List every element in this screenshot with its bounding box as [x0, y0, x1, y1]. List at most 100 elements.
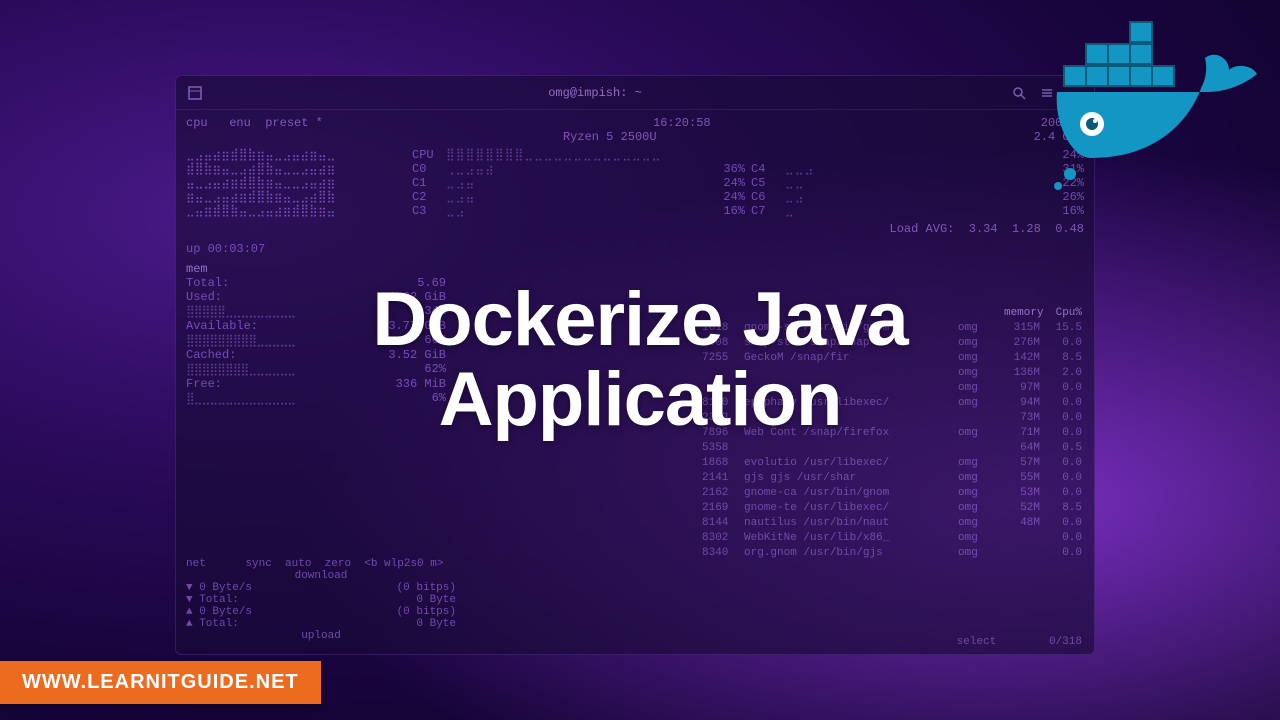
page-title: Dockerize Java Application: [372, 280, 907, 440]
proc-mem: 315M: [992, 321, 1040, 336]
proc-user: omg: [958, 426, 992, 441]
proc-cpu: 0.0: [1040, 411, 1082, 426]
proc-cpu: 0.5: [1040, 441, 1082, 456]
net-sync: sync: [245, 558, 271, 570]
proc-mem: 64M: [992, 441, 1040, 456]
proc-user: omg: [958, 366, 992, 381]
proc-mem: 57M: [992, 456, 1040, 471]
core-c0-pct: 36%: [703, 162, 745, 176]
process-row[interactable]: 2162gnome-ca /usr/bin/gnomomg53M0.0: [702, 486, 1082, 501]
proc-cpu: 0.0: [1040, 471, 1082, 486]
proc-mem: 71M: [992, 426, 1040, 441]
proc-cpu: 0.0: [1040, 456, 1082, 471]
search-icon[interactable]: [1012, 86, 1026, 100]
mem-used-label: Used:: [186, 290, 222, 304]
proc-user: omg: [958, 501, 992, 516]
cpu-sparkline-row: ⣀⣤⣶⣾⣿⣷⣤⣀⣠⣤⣴⣶⣾⣿⣷⣶⣤: [186, 204, 406, 218]
mem-cached-label: Cached:: [186, 348, 236, 362]
proc-mem: 73M: [992, 411, 1040, 426]
core-c6-label: C6: [751, 190, 779, 204]
process-row[interactable]: 1868evolutio /usr/libexec/omg57M0.0: [702, 456, 1082, 471]
net-download-label: download: [186, 570, 456, 582]
mem-used-bar: ⣿⣿⣿⣿⣿⣀⣀⣀⣀⣀⣀⣀⣀⣀: [186, 304, 295, 319]
cpu-main-bar: ⣿⣿⣿⣿⣿⣿⣿⣿⣀⣀⣀⣀⣀⣀⣀⣀⣀⣀⣀⣀⣀⣀: [446, 148, 1036, 162]
core-c4-label: C4: [751, 162, 779, 176]
proc-cpu: 0.0: [1040, 336, 1082, 351]
cpu-panel: ⣀⣠⣤⣴⣶⣾⣿⣷⣶⣤⣀⣠⣤⣴⣶⣤⣀CPU⣿⣿⣿⣿⣿⣿⣿⣿⣀⣀⣀⣀⣀⣀⣀⣀⣀⣀⣀⣀…: [186, 148, 1084, 218]
proc-cpu: 8.5: [1040, 501, 1082, 516]
proc-cpu: 0.0: [1040, 516, 1082, 531]
core-c7-pct: 16%: [1042, 204, 1084, 218]
process-row[interactable]: 8302WebKitNe /usr/lib/x86_omg0.0: [702, 531, 1082, 546]
proc-cmd: gnome-ca /usr/bin/gnom: [744, 486, 958, 501]
net-header: net: [186, 558, 206, 570]
cpu-graph-sparkline: ⣀⣠⣤⣴⣶⣾⣿⣷⣶⣤⣀⣠⣤⣴⣶⣤⣀: [186, 148, 406, 162]
proc-mem: 276M: [992, 336, 1040, 351]
load-15: 0.48: [1055, 222, 1084, 236]
mem-total-label: Total:: [186, 276, 229, 290]
proc-cpu: 2.0: [1040, 366, 1082, 381]
proc-mem: [992, 531, 1040, 546]
core-c0-label: C0: [412, 162, 440, 176]
proc-select-label: select: [957, 636, 997, 648]
menu-label: enu: [229, 116, 251, 130]
process-row[interactable]: 2169gnome-te /usr/libexec/omg52M8.5: [702, 501, 1082, 516]
proc-cmd: gnome-te /usr/libexec/: [744, 501, 958, 516]
proc-user: omg: [958, 456, 992, 471]
net-up-total-label: ▲ Total:: [186, 618, 239, 630]
mem-avail-label: Available:: [186, 319, 258, 333]
proc-user: omg: [958, 516, 992, 531]
proc-pid: 8144: [702, 516, 744, 531]
proc-pid: 2162: [702, 486, 744, 501]
mem-free-label: Free:: [186, 377, 222, 391]
proc-mem: 94M: [992, 396, 1040, 411]
proc-pid: 5358: [702, 441, 744, 456]
proc-cpu: 0.0: [1040, 546, 1082, 561]
terminal-title: omg@impish: ~: [268, 86, 922, 100]
proc-mem: 136M: [992, 366, 1040, 381]
proc-cpu: 0.0: [1040, 381, 1082, 396]
net-up-bits: (0 bitps): [397, 606, 456, 618]
proc-cpu: 8.5: [1040, 351, 1082, 366]
cpu-sparkline-row: ⣶⣤⣀⣠⣤⣴⣶⣾⣿⣷⣶⣤⣀⣠⣴⣿⣷: [186, 190, 406, 204]
proc-cmd: gjs gjs /usr/shar: [744, 471, 958, 486]
proc-mem: 53M: [992, 486, 1040, 501]
proc-cmd: [744, 441, 958, 456]
proc-cpu: 0.0: [1040, 486, 1082, 501]
mem-avail-bar: ⣿⣿⣿⣿⣿⣿⣿⣿⣿⣀⣀⣀⣀⣀: [186, 333, 295, 348]
proc-header-cpu: Cpu%: [1056, 306, 1082, 321]
proc-pid: 2169: [702, 501, 744, 516]
proc-user: omg: [958, 486, 992, 501]
proc-mem: 97M: [992, 381, 1040, 396]
proc-mem: 142M: [992, 351, 1040, 366]
tab-icon[interactable]: [188, 86, 202, 100]
net-iface: <b wlp2s0 m>: [364, 558, 443, 570]
proc-mem: 48M: [992, 516, 1040, 531]
proc-cmd: org.gnom /usr/bin/gjs: [744, 546, 958, 561]
proc-user: omg: [958, 531, 992, 546]
terminal-titlebar: omg@impish: ~: [176, 76, 1094, 110]
net-down-bits: (0 bitps): [397, 582, 456, 594]
process-row[interactable]: 8340org.gnom /usr/bin/gjsomg0.0: [702, 546, 1082, 561]
proc-pid: 1868: [702, 456, 744, 471]
proc-user: [958, 411, 992, 426]
load-1: 3.34: [969, 222, 998, 236]
core-c7-label: C7: [751, 204, 779, 218]
cpu-sparkline-row: ⣾⣿⣷⣶⣤⣀⣠⣴⣿⣷⣤⣀⣀⣠⣤⣴⣶: [186, 162, 406, 176]
clock: 16:20:58: [653, 116, 711, 130]
process-row[interactable]: 8144nautilus /usr/bin/nautomg48M0.0: [702, 516, 1082, 531]
core-c1-pct: 24%: [703, 176, 745, 190]
proc-user: omg: [958, 381, 992, 396]
cpu-sparkline-row: ⣤⣀⣠⣤⣴⣶⣾⣿⣷⣶⣤⣀⣀⣠⣤⣴⣶: [186, 176, 406, 190]
load-label: Load AVG:: [890, 222, 955, 236]
proc-mem: [992, 546, 1040, 561]
process-row[interactable]: 2141gjs gjs /usr/sharomg55M0.0: [702, 471, 1082, 486]
core-c2-pct: 24%: [703, 190, 745, 204]
core-c2-label: C2: [412, 190, 440, 204]
net-auto: auto: [285, 558, 311, 570]
docker-whale-icon: [1052, 14, 1262, 194]
proc-user: omg: [958, 336, 992, 351]
process-row[interactable]: 5358 64M0.5: [702, 441, 1082, 456]
proc-mem: 55M: [992, 471, 1040, 486]
net-upload-label: upload: [186, 630, 456, 642]
